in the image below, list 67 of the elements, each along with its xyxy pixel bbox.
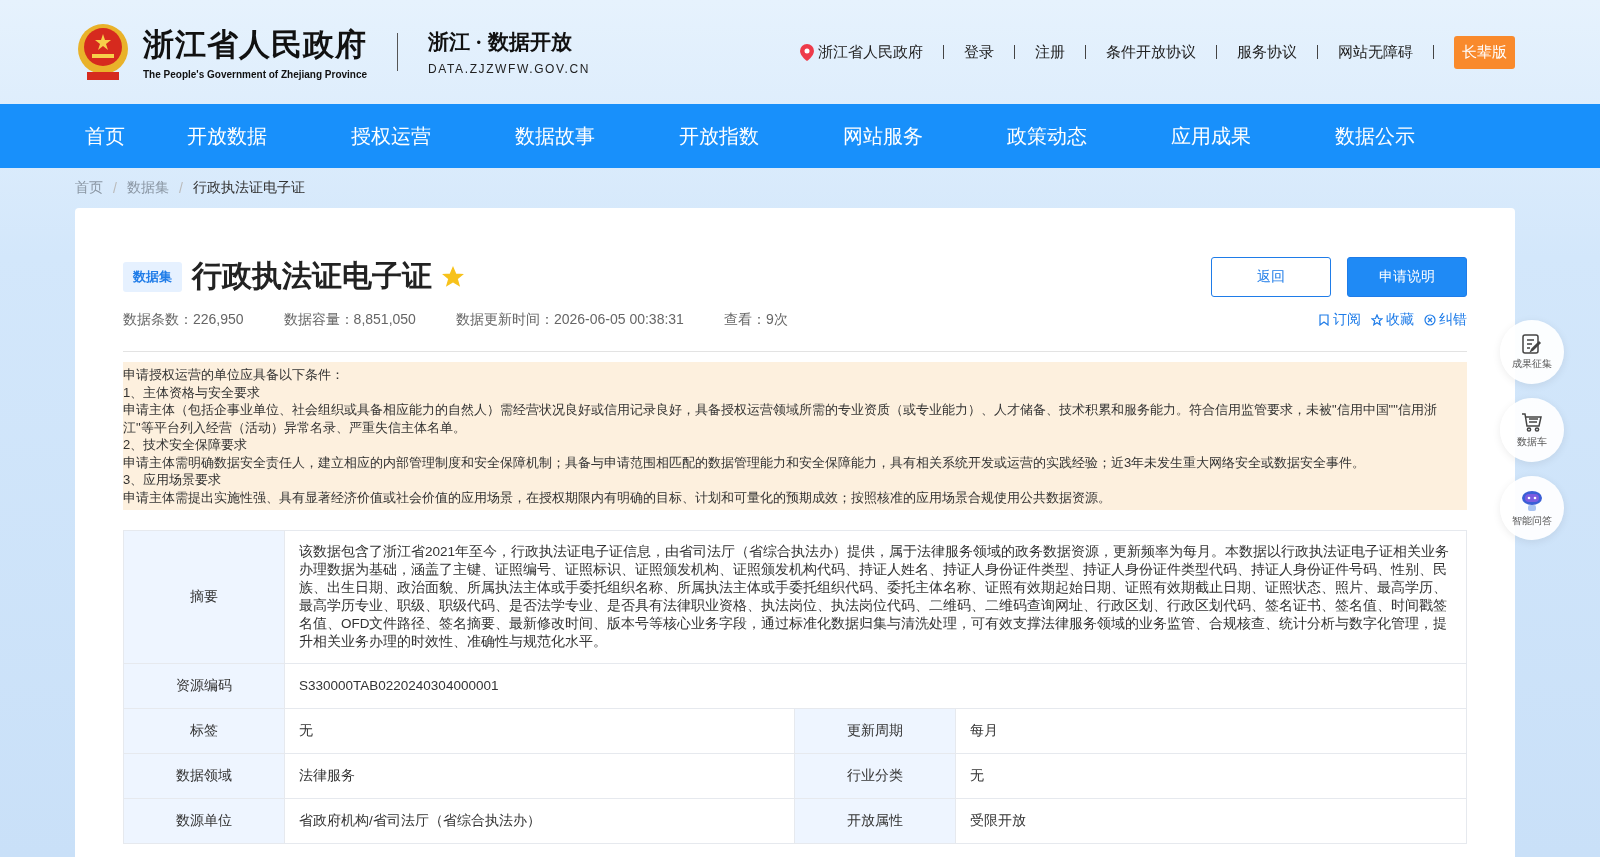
float-button[interactable]: 成果征集 bbox=[1500, 320, 1564, 384]
robot-icon bbox=[1520, 488, 1544, 512]
star-icon bbox=[1371, 314, 1383, 326]
dataset-tag: 数据集 bbox=[123, 261, 182, 292]
notice-text: 3、应用场景要求 bbox=[123, 471, 223, 489]
notice-text: 申请主体（包括企事业单位、社会组织或具备相应能力的自然人）需经营状况良好或信用记录良好，具备授权运营领域所需的专业资质（或专业能力）、人才储备、技术积累和服务能力。符合信用监管要求，未被"信用中国""信用浙江"等平台列入经营（活动）异常名录、严重失信主体名单。 bbox=[123, 401, 1438, 436]
notice-text: 2、技术安全保障要求 bbox=[123, 436, 249, 454]
field-label: 数源单位 bbox=[124, 799, 284, 843]
edit-document-icon bbox=[1521, 333, 1543, 355]
nav-item[interactable]: 网站服务 bbox=[801, 104, 965, 168]
dataset-title: 行政执法证电子证 bbox=[192, 258, 432, 294]
breadcrumb-link[interactable]: 首页 bbox=[75, 179, 103, 197]
nav-item[interactable]: 数据公示 bbox=[1293, 104, 1457, 168]
cart-icon bbox=[1521, 411, 1543, 433]
field-label: 数据领域 bbox=[124, 754, 284, 798]
star-icon[interactable] bbox=[442, 265, 464, 288]
logo-title: 浙江省人民政府 bbox=[143, 26, 368, 64]
dataset-stat: 数据条数：226,950 bbox=[123, 311, 244, 329]
nav-item[interactable]: 开放指数 bbox=[637, 104, 801, 168]
header-link[interactable]: 网站无障碍 bbox=[1338, 42, 1413, 62]
action-link[interactable]: 订阅 bbox=[1318, 311, 1361, 329]
emblem-icon bbox=[75, 22, 131, 82]
field-value: 受限开放 bbox=[955, 799, 1466, 843]
field-label: 行业分类 bbox=[795, 754, 955, 798]
dataset-stat: 数据容量：8,851,050 bbox=[283, 311, 416, 329]
logo-subtitle: The People's Government of Zhejiang Province bbox=[143, 69, 368, 80]
field-label: 标签 bbox=[124, 709, 284, 753]
header-link[interactable]: 注册 bbox=[1035, 42, 1065, 62]
field-label: 摘要 bbox=[124, 531, 284, 663]
site-domain: DATA.ZJZWFW.GOV.CN bbox=[428, 62, 590, 76]
field-value: 该数据包含了浙江省2021年至今，行政执法证电子证信息，由省司法厅（省综合执法办）提供，属于法律服务领域的政务数据资源，更新频率为每月。本数据以行政执法证电子证相关业务办理数据为基础，涵盖了主键、证照编号、证照标识、证照颁发机构、证照颁发机构代码、持证人姓名、持证人身份证件类型、持证人身份证件类型代码、持证人身份证件号码、性别、民族、出生日期、政治面貌、所属执法主体或手委托组织名称、所属执法主体或手委托组织代码、委托主体名称、证照有效期起始日期、证照有效期截止日期、证照状态、照片、最高学历、最高学历专业、职级、职级代码、是否法学专业、是否具有法律职业资格、执法岗位、执法岗位代码、二维码、二维码查询网址、行政区划、行政区划代码、签名证书、签名值、时间戳签名值、OFD文件路径、签名摘要、最新修改时间、版本号等核心业务字段，通过标准化数据归集与清洗处理，可有效支撑法律服务领域的业务监管、合规核查、统计分析与数字化管理，提升相关业务办理的时效性、准确性与规范化水平。 bbox=[284, 531, 1466, 663]
field-value: S330000TAB0220240304000001 bbox=[284, 664, 1466, 708]
nav-item[interactable]: 政策动态 bbox=[965, 104, 1129, 168]
action-link[interactable]: 纠错 bbox=[1424, 311, 1467, 329]
apply-info-button[interactable]: 申请说明 bbox=[1347, 256, 1467, 297]
notice-text: 1、主体资格与安全要求 bbox=[123, 383, 262, 401]
float-button[interactable]: 数据车 bbox=[1500, 398, 1564, 462]
breadcrumb-current[interactable]: 行政执法证电子证 bbox=[192, 179, 305, 197]
breadcrumb-separator: / bbox=[113, 180, 117, 196]
back-button[interactable]: 返回 bbox=[1211, 256, 1331, 297]
bookmark-icon bbox=[1318, 314, 1330, 326]
field-value: 无 bbox=[955, 754, 1466, 798]
nav-item[interactable]: 数据故事 bbox=[473, 104, 637, 168]
float-button[interactable]: 智能问答 bbox=[1500, 476, 1564, 540]
site-title: 浙江 · 数据开放 bbox=[428, 29, 573, 56]
dataset-stat: 数据更新时间：2026-06-05 00:38:31 bbox=[455, 311, 684, 329]
action-link[interactable]: 收藏 bbox=[1371, 311, 1414, 329]
field-label: 资源编码 bbox=[124, 664, 284, 708]
breadcrumb-link[interactable]: 数据集 bbox=[126, 179, 169, 197]
field-label: 更新周期 bbox=[795, 709, 955, 753]
field-label: 开放属性 bbox=[795, 799, 955, 843]
dataset-stat: 查看：9次 bbox=[723, 311, 788, 329]
nav-item[interactable]: 授权运营 bbox=[309, 104, 473, 168]
nav-item[interactable]: 首页 bbox=[65, 104, 145, 168]
notice-text: 申请主体需明确数据安全责任人，建立相应的内部管理制度和安全保障机制；具备与申请范围相匹配的数据管理能力和安全保障能力，具有相关系统开发或运营的实践经验；近3年未发生重大网络安全或数据安全事件。 bbox=[123, 453, 1367, 471]
notice-text: 申请授权运营的单位应具备以下条件： bbox=[123, 366, 345, 384]
nav-item[interactable]: 开放数据 bbox=[145, 104, 309, 168]
location-pin-icon bbox=[800, 43, 814, 61]
notice-text: 申请主体需提出实施性强、具有显著经济价值或社会价值的应用场景，在授权期限内有明确的目标、计划和可量化的预期成效；按照核准的应用场景合规使用公共数据资源。 bbox=[123, 488, 1112, 506]
cross-circle-icon bbox=[1424, 314, 1436, 326]
elder-mode-button[interactable]: 长辈版 bbox=[1454, 35, 1515, 69]
header-link[interactable]: 条件开放协议 bbox=[1106, 42, 1196, 62]
field-value: 每月 bbox=[955, 709, 1466, 753]
breadcrumb-separator: / bbox=[178, 180, 183, 196]
header-link[interactable]: 登录 bbox=[964, 42, 994, 62]
header-link[interactable]: 服务协议 bbox=[1237, 42, 1297, 62]
nav-item[interactable]: 应用成果 bbox=[1129, 104, 1293, 168]
